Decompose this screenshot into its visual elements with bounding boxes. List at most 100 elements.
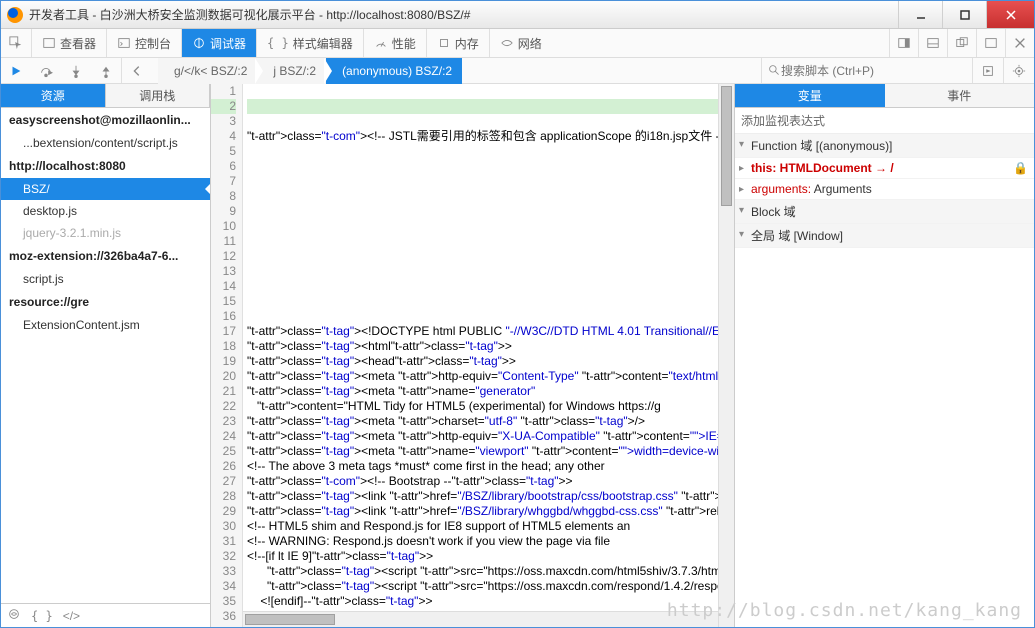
source-group[interactable]: resource://gre [1,290,210,314]
step-in-button[interactable] [61,58,91,83]
code-line[interactable]: "t-attr">class="t-tag"><meta "t-attr">ht… [247,369,718,384]
variables-tab[interactable]: 变量 [735,84,885,107]
code-line[interactable] [247,294,718,309]
crumb-1[interactable]: j BSZ/:2 [257,58,326,84]
console-label: 控制台 [135,35,171,52]
code-line[interactable]: <!-- HTML5 shim and Respond.js for IE8 s… [247,519,718,534]
source-group[interactable]: easyscreenshot@mozillaonlin... [1,108,210,132]
code-line[interactable]: "t-attr">class="t-tag"><!DOCTYPE html PU… [247,324,718,339]
devtools-window: 开发者工具 - 白沙洲大桥安全监测数据可视化展示平台 - http://loca… [0,0,1035,628]
inspector-label: 查看器 [60,35,96,52]
events-tab[interactable]: 事件 [885,84,1035,107]
script-search[interactable] [762,58,972,83]
horizontal-scrollbar[interactable] [243,611,718,627]
split-console-button[interactable] [918,29,947,57]
source-item[interactable]: jquery-3.2.1.min.js [1,222,210,244]
maximize-button[interactable] [942,1,986,28]
code-line[interactable] [247,279,718,294]
dock-side-button[interactable] [889,29,918,57]
search-input[interactable] [781,64,966,78]
code-line[interactable]: "t-attr">content="HTML Tidy for HTML5 (e… [247,399,718,414]
code-line[interactable]: "t-attr">class="t-tag"><meta "t-attr">ht… [247,429,718,444]
sources-footer: { } </> [1,603,210,627]
pretty-print-icon[interactable]: { } [31,609,53,623]
prev-frame-button[interactable] [122,58,152,83]
code-line[interactable]: "t-attr">class="t-tag"><meta "t-attr">ch… [247,414,718,429]
code-line[interactable] [247,204,718,219]
code-line[interactable] [247,174,718,189]
debugger-settings-button[interactable] [1003,58,1034,83]
crumb-2[interactable]: (anonymous) BSZ/:2 [326,58,462,84]
scope-header[interactable]: ▾Block 域 [735,200,1034,224]
toolbox-options-button[interactable] [976,29,1005,57]
code-line[interactable]: "t-attr">class="t-tag"><meta "t-attr">na… [247,384,718,399]
code-line[interactable]: "t-attr">class="t-tag"><html"t-attr">cla… [247,339,718,354]
source-group[interactable]: moz-extension://326ba4a7-6... [1,244,210,268]
source-group[interactable]: http://localhost:8080 [1,154,210,178]
sources-tab[interactable]: 资源 [1,84,106,107]
code-line[interactable] [247,114,718,129]
code-line[interactable]: "t-attr">class="t-com"><!-- JSTL需要引用的标签和… [247,129,718,144]
code-line[interactable]: <![endif]--"t-attr">class="t-tag">> [247,594,718,609]
network-tab[interactable]: 网络 [489,29,552,57]
style-tab[interactable]: { }样式编辑器 [256,29,363,57]
code-line[interactable] [247,99,718,114]
code-line[interactable]: <!-- WARNING: Respond.js doesn't work if… [247,534,718,549]
sources-list[interactable]: easyscreenshot@mozillaonlin......bextens… [1,108,210,603]
separate-window-button[interactable] [947,29,976,57]
code-line[interactable]: "t-attr">class="t-tag"><link "t-attr">hr… [247,489,718,504]
debugger-toolbar: g/</k< BSZ/:2 j BSZ/:2 (anonymous) BSZ/:… [1,58,1034,84]
left-tabs: 资源 调用栈 [1,84,210,108]
code-line[interactable] [247,234,718,249]
scope-header[interactable]: ▾Function 域 [(anonymous)] [735,134,1034,158]
toggle-icon[interactable]: </> [63,609,80,623]
variable-row[interactable]: ▸this: HTMLDocument → /🔒 [735,158,1034,179]
pick-element-button[interactable] [1,29,31,57]
line-gutter[interactable]: 1234567891011121314151617181920212223242… [211,84,243,627]
step-out-button[interactable] [91,58,121,83]
code-line[interactable] [247,249,718,264]
code-line[interactable] [247,309,718,324]
code-line[interactable] [247,264,718,279]
resume-button[interactable] [1,58,31,83]
vertical-scrollbar[interactable] [718,84,734,627]
source-item[interactable]: desktop.js [1,200,210,222]
code-line[interactable] [247,159,718,174]
code-line[interactable]: "t-attr">class="t-tag"><link "t-attr">hr… [247,504,718,519]
source-item[interactable]: BSZ/ [1,178,210,200]
source-item[interactable]: ...bextension/content/script.js [1,132,210,154]
performance-tab[interactable]: 性能 [363,29,426,57]
source-item[interactable]: script.js [1,268,210,290]
close-button[interactable] [986,1,1034,28]
code-line[interactable]: "t-attr">class="t-tag"><script "t-attr">… [247,564,718,579]
step-over-button[interactable] [31,58,61,83]
code-line[interactable] [247,84,718,99]
code-editor[interactable]: 1234567891011121314151617181920212223242… [211,84,734,627]
inspector-tab[interactable]: 查看器 [31,29,106,57]
code-line[interactable]: <!--[if lt IE 9]"t-attr">class="t-tag">> [247,549,718,564]
tools-toolbar: 查看器 控制台 调试器 { }样式编辑器 性能 内存 网络 [1,29,1034,58]
pretty-print-button[interactable] [972,58,1003,83]
code-area[interactable]: "t-attr">class="t-com"><!-- JSTL需要引用的标签和… [243,84,718,611]
code-line[interactable]: "t-attr">class="t-tag"><meta "t-attr">na… [247,444,718,459]
code-line[interactable] [247,189,718,204]
blackbox-icon[interactable] [7,607,21,624]
console-tab[interactable]: 控制台 [106,29,181,57]
close-devtools-button[interactable] [1005,29,1034,57]
code-line[interactable] [247,144,718,159]
code-line[interactable]: "t-attr">class="t-tag"><script "t-attr">… [247,579,718,594]
debugger-tab[interactable]: 调试器 [181,29,256,57]
callstack-tab[interactable]: 调用栈 [106,84,211,107]
search-icon [768,64,781,77]
variable-row[interactable]: ▸arguments: Arguments [735,179,1034,200]
crumb-0[interactable]: g/</k< BSZ/:2 [158,58,257,84]
memory-tab[interactable]: 内存 [426,29,489,57]
source-item[interactable]: ExtensionContent.jsm [1,314,210,336]
scope-header[interactable]: ▾全局 域 [Window] [735,224,1034,248]
code-line[interactable]: "t-attr">class="t-com"><!-- Bootstrap --… [247,474,718,489]
code-line[interactable] [247,219,718,234]
watch-expression[interactable]: 添加监视表达式 [735,108,1034,134]
code-line[interactable]: <!-- The above 3 meta tags *must* come f… [247,459,718,474]
minimize-button[interactable] [898,1,942,28]
code-line[interactable]: "t-attr">class="t-tag"><head"t-attr">cla… [247,354,718,369]
